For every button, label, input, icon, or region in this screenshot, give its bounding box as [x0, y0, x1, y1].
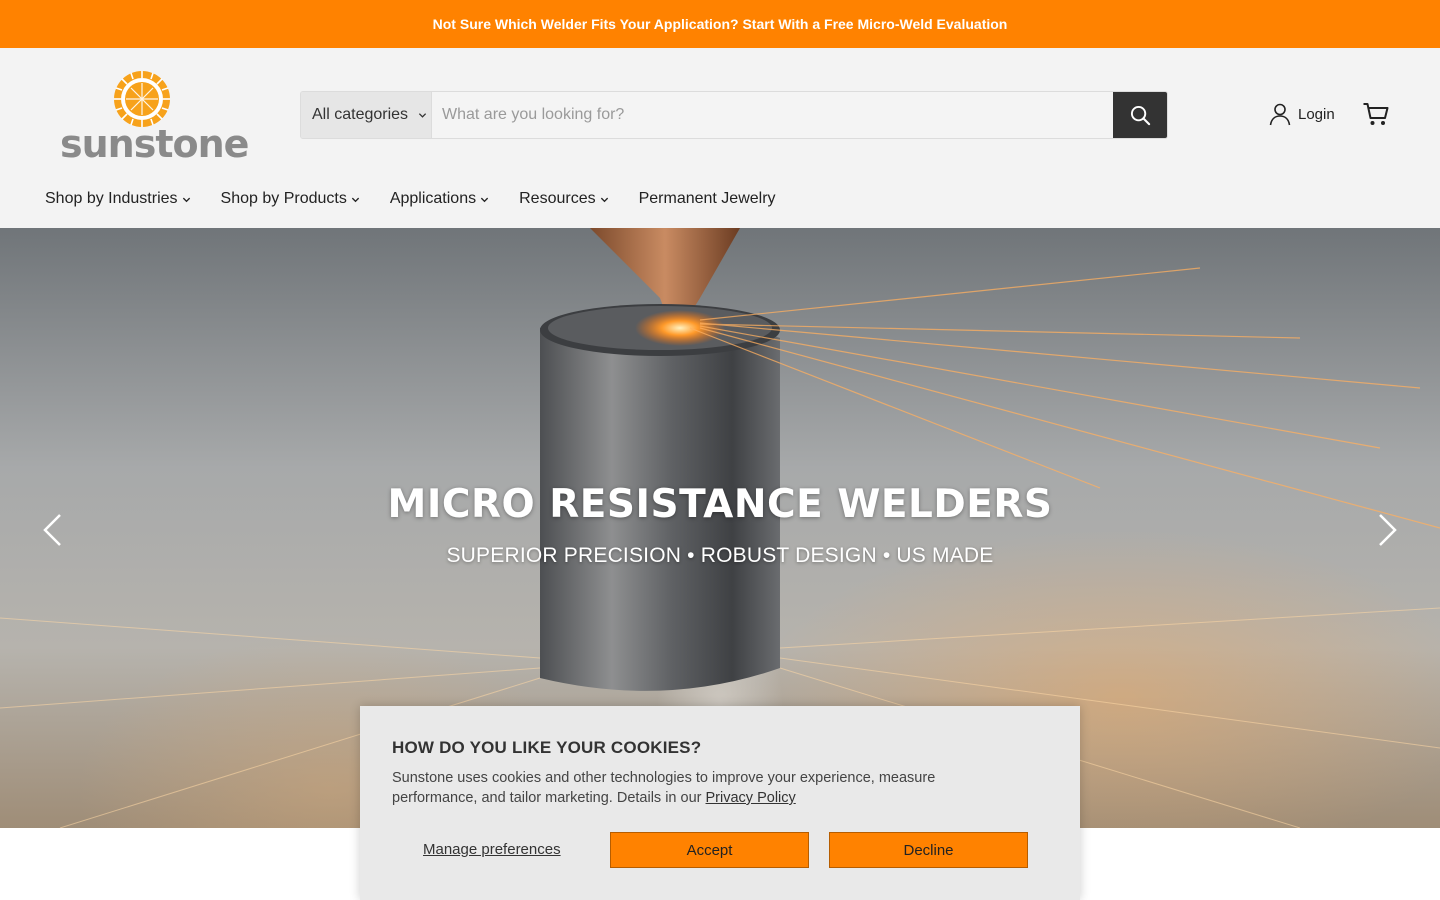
sunstone-logo[interactable]: sunstone: [60, 68, 249, 166]
chevron-down-icon: [600, 197, 608, 202]
cart-icon: [1363, 103, 1389, 125]
hero-title: MICRO RESISTANCE WELDERS: [387, 482, 1053, 527]
logo-wordmark: sunstone: [60, 122, 249, 166]
decline-button[interactable]: Decline: [829, 832, 1028, 868]
nav-item-label: Shop by Products: [220, 190, 347, 207]
search-button[interactable]: [1113, 92, 1167, 138]
nav-item-resources[interactable]: Resources: [519, 190, 608, 208]
privacy-policy-link[interactable]: Privacy Policy: [706, 790, 796, 806]
search-bar: All categories: [300, 91, 1168, 139]
nav-item-label: Resources: [519, 190, 596, 207]
accept-button[interactable]: Accept: [610, 832, 809, 868]
nav-item-label: Applications: [389, 190, 477, 207]
hero-subtitle: SUPERIOR PRECISION • ROBUST DESIGN • US …: [446, 544, 994, 567]
chevron-right-icon[interactable]: [1372, 512, 1402, 548]
nav-item-industries[interactable]: Shop by Industries: [45, 190, 191, 208]
login-label: Login: [1298, 105, 1335, 123]
category-select[interactable]: All categories: [301, 92, 432, 138]
search-input[interactable]: [432, 92, 1113, 138]
category-select-label: All categories: [312, 106, 409, 123]
site-header: sunstone All categories Login Shop by In…: [0, 48, 1440, 228]
nav-item-permanent-jewelry[interactable]: Permanent Jewelry: [639, 190, 776, 208]
chevron-down-icon: [182, 197, 190, 202]
chevron-down-icon: [480, 197, 489, 202]
nav-item-applications[interactable]: Applications: [390, 190, 489, 208]
cookie-title: HOW DO YOU LIKE YOUR COOKIES?: [392, 738, 702, 757]
chevron-left-icon[interactable]: [38, 512, 68, 548]
sun-logo-icon: [114, 71, 170, 127]
user-icon: [1269, 103, 1291, 126]
chevron-down-icon: [418, 112, 427, 118]
nav-item-products[interactable]: Shop by Products: [221, 190, 360, 208]
promo-banner: Not Sure Which Welder Fits Your Applicat…: [0, 0, 1440, 48]
chevron-down-icon: [351, 197, 359, 202]
login-link[interactable]: Login: [1268, 102, 1335, 126]
cookie-body: Sunstone uses cookies and other technolo…: [392, 770, 936, 806]
nav-item-label: Permanent Jewelry: [638, 190, 776, 207]
cookie-banner: HOW DO YOU LIKE YOUR COOKIES? Sunstone u…: [360, 706, 1080, 900]
manage-preferences-link[interactable]: Manage preferences: [423, 841, 561, 858]
cart-button[interactable]: [1362, 101, 1390, 132]
promo-link[interactable]: Not Sure Which Welder Fits Your Applicat…: [433, 16, 1008, 32]
main-nav: Shop by Industries Shop by Products Appl…: [45, 190, 806, 208]
search-icon: [1130, 105, 1150, 125]
nav-item-label: Shop by Industries: [45, 190, 178, 207]
cookie-text: Sunstone uses cookies and other technolo…: [392, 768, 982, 808]
